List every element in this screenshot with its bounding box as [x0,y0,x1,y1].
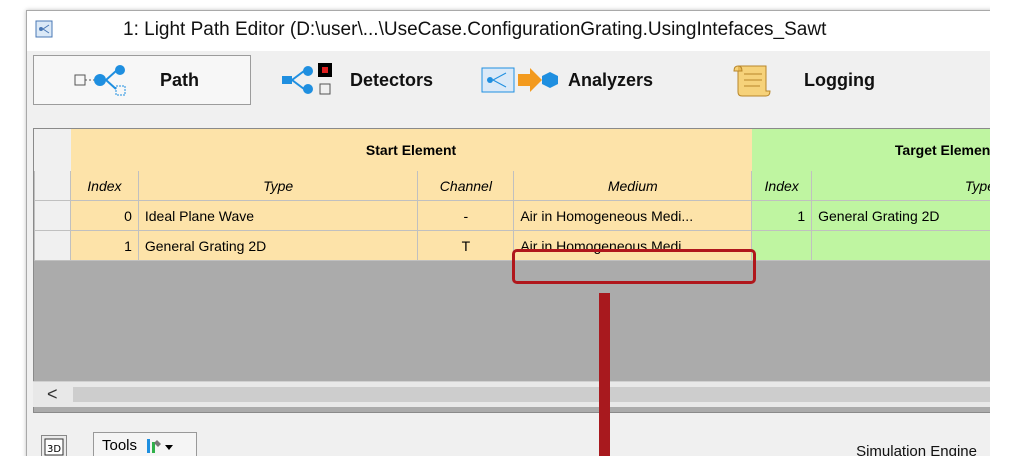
column-header-target-type[interactable]: Type [811,170,1001,201]
column-header-medium[interactable]: Medium [513,170,753,201]
tab-analyzers-label: Analyzers [568,69,654,90]
cell-type[interactable]: Ideal Plane Wave [137,200,419,231]
column-header-index[interactable]: Index [69,170,139,201]
tools-icon [147,439,174,454]
scrollbar-thumb[interactable] [73,387,993,402]
cell-medium[interactable]: Air in Homogeneous Medi... [513,200,753,231]
cell-index[interactable]: 1 [69,230,139,261]
tab-detectors-label: Detectors [350,69,434,90]
tab-detectors[interactable]: Detectors [251,55,475,105]
path-icon [74,65,126,96]
header-row-selector [34,170,71,201]
cell-target-type[interactable]: General Grating 2D [811,200,1001,231]
grid-corner [34,129,71,171]
svg-text:3D: 3D [47,444,61,455]
light-path-editor-window: 1: Light Path Editor (D:\user\...\UseCas… [26,10,1002,467]
3d-view-icon: 3D [44,438,64,456]
medium-cell-highlight [512,249,756,284]
torn-edge-right [990,0,1015,473]
scroll-left-arrow-icon[interactable]: < [47,384,58,405]
row-selector[interactable] [34,200,71,231]
title-bar: 1: Light Path Editor (D:\user\...\UseCas… [27,11,1001,51]
start-element-group-header: Start Element [69,129,753,171]
cell-target-index[interactable] [751,230,813,261]
detectors-icon [282,63,332,95]
tools-label: Tools [102,437,138,454]
callout-arrow [599,293,610,473]
table-row[interactable]: 0 Ideal Plane Wave - Air in Homogeneous … [34,200,1001,231]
cell-channel[interactable]: - [417,200,515,231]
window-title: 1: Light Path Editor (D:\user\...\UseCas… [123,19,827,40]
tab-logging[interactable]: Logging [707,55,899,105]
tab-analyzers[interactable]: Analyzers [475,55,707,105]
tab-path[interactable]: Path [33,55,251,105]
light-path-table: Start Element Target Element Index Type … [34,129,1001,261]
main-tabs: Path Detectors Analyzers Logging [27,55,1001,105]
column-header-type[interactable]: Type [137,170,419,201]
cell-index[interactable]: 0 [69,200,139,231]
cell-target-index[interactable]: 1 [751,200,813,231]
tab-path-label: Path [160,69,200,90]
row-selector[interactable] [34,230,71,261]
cell-target-type[interactable] [811,230,1001,261]
target-element-group-header: Target Element [751,129,1001,171]
logging-scroll-icon [733,65,771,97]
horizontal-scrollbar[interactable]: < [33,381,1001,407]
column-header-channel[interactable]: Channel [417,170,515,201]
tab-logging-label: Logging [804,69,875,90]
column-header-target-index[interactable]: Index [751,170,813,201]
torn-edge-bottom [0,456,1015,473]
cell-type[interactable]: General Grating 2D [137,230,419,261]
cell-channel[interactable]: T [417,230,515,261]
analyzers-icon [481,67,558,93]
app-icon [35,20,53,38]
